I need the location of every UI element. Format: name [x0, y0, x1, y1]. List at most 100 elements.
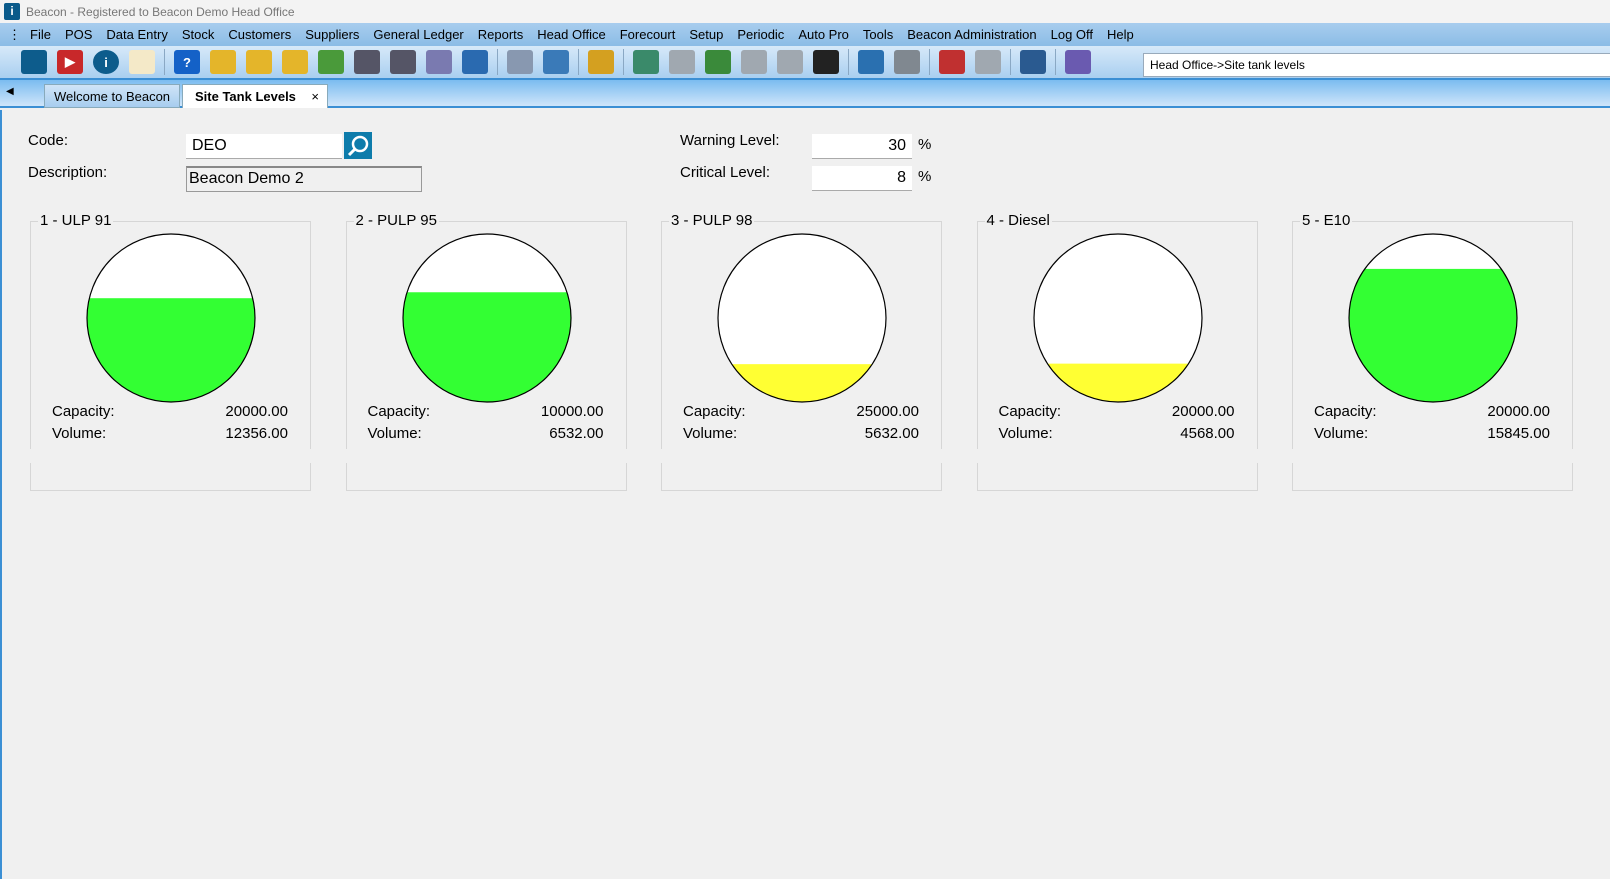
- report-icon[interactable]: [741, 50, 767, 74]
- spreadsheet-edit-icon[interactable]: [705, 50, 731, 74]
- site-tank-levels-page: Code: DEO Description: Beacon Demo 2 War…: [0, 110, 1610, 879]
- toolbar-separator: [623, 49, 624, 75]
- volume-label: Volume:: [52, 425, 107, 442]
- description-input[interactable]: Beacon Demo 2: [186, 166, 422, 192]
- tab-welcome[interactable]: Welcome to Beacon: [44, 84, 180, 108]
- tank-level-gauge: [1348, 233, 1518, 403]
- map-icon[interactable]: [633, 50, 659, 74]
- globe-icon[interactable]: [858, 50, 884, 74]
- tank-panel: 4 - Diesel Capacity: 20000.00 Volume: 4568…: [976, 212, 1258, 491]
- tank-panel: 2 - PULP 95 Capacity: 10000.00 Volume: 653…: [345, 212, 627, 491]
- volume-value: 4568.00: [1180, 425, 1235, 442]
- tank-frame-bottom: [345, 463, 627, 491]
- warning-level-label: Warning Level:: [680, 132, 780, 149]
- stock-transfer-icon[interactable]: [210, 50, 236, 74]
- excel-icon[interactable]: [777, 50, 803, 74]
- tree-icon[interactable]: [462, 50, 488, 74]
- tank-title: 3 - PULP 98: [669, 212, 755, 229]
- tank-panel: 5 - E10 Capacity: 20000.00 Volume: 15845.0…: [1292, 212, 1573, 491]
- tank-panel: 1 - ULP 91 Capacity: 20000.00 Volume: 1235…: [30, 212, 311, 491]
- menu-general-ledger[interactable]: General Ledger: [366, 27, 470, 42]
- tab-site-tank-levels[interactable]: Site Tank Levels ×: [182, 84, 328, 108]
- menu-forecourt[interactable]: Forecourt: [613, 27, 683, 42]
- toolbar-separator: [929, 49, 930, 75]
- exit-door-icon[interactable]: [1065, 50, 1091, 74]
- mail-icon[interactable]: [129, 50, 155, 74]
- toolbar-separator: [164, 49, 165, 75]
- calculator-icon[interactable]: [1020, 50, 1046, 74]
- tank-level-gauge: [86, 233, 256, 403]
- volume-value: 15845.00: [1487, 425, 1550, 442]
- menu-file[interactable]: File: [23, 27, 58, 42]
- toolbar-separator: [1010, 49, 1011, 75]
- code-input[interactable]: DEO: [186, 134, 342, 159]
- menu-data-entry[interactable]: Data Entry: [99, 27, 174, 42]
- menu-suppliers[interactable]: Suppliers: [298, 27, 366, 42]
- menu-help[interactable]: Help: [1100, 27, 1141, 42]
- document-icon[interactable]: [507, 50, 533, 74]
- link-doc-icon[interactable]: [588, 50, 614, 74]
- eye-icon[interactable]: [975, 50, 1001, 74]
- home-icon[interactable]: [21, 50, 47, 74]
- menu-tools[interactable]: Tools: [856, 27, 900, 42]
- tank-title: 2 - PULP 95: [353, 212, 439, 229]
- toolbar-separator: [578, 49, 579, 75]
- volume-value: 6532.00: [549, 425, 604, 442]
- tank-fuel-fill: [718, 364, 886, 402]
- menu-log-off[interactable]: Log Off: [1044, 27, 1100, 42]
- capacity-label: Capacity:: [998, 403, 1062, 420]
- breadcrumb: Head Office->Site tank levels: [1143, 53, 1610, 77]
- tank-fuel-fill: [402, 292, 571, 402]
- window-title: Beacon - Registered to Beacon Demo Head …: [26, 4, 295, 19]
- youtube-icon[interactable]: ▶: [57, 50, 83, 74]
- tank-title: 1 - ULP 91: [38, 212, 114, 229]
- description-label: Description:: [28, 164, 108, 181]
- critical-level-input[interactable]: 8: [812, 166, 912, 191]
- menu-reports[interactable]: Reports: [471, 27, 531, 42]
- close-tab-icon[interactable]: ×: [311, 89, 319, 104]
- tank-fuel-fill: [1349, 268, 1517, 402]
- database-sync-icon[interactable]: [282, 50, 308, 74]
- critical-level-label: Critical Level:: [680, 164, 771, 181]
- magnifier-icon: [347, 135, 369, 156]
- menu-setup[interactable]: Setup: [682, 27, 730, 42]
- device-usb-icon[interactable]: [390, 50, 416, 74]
- toolbar-separator: [848, 49, 849, 75]
- capacity-value: 20000.00: [225, 403, 288, 420]
- menu-beacon-administration[interactable]: Beacon Administration: [900, 27, 1043, 42]
- tab-scroll-left-icon[interactable]: ◀: [6, 86, 14, 97]
- tag-icon[interactable]: [894, 50, 920, 74]
- tank-level-gauge: [717, 233, 887, 403]
- tank-frame-bottom: [976, 463, 1258, 491]
- warning-level-input[interactable]: 30: [812, 134, 912, 159]
- menu-customers[interactable]: Customers: [221, 27, 298, 42]
- tank-title: 5 - E10: [1300, 212, 1353, 229]
- calendar-icon[interactable]: [939, 50, 965, 74]
- tank-frame-bottom: [1292, 463, 1573, 491]
- line-chart-icon[interactable]: [813, 50, 839, 74]
- pump-icon[interactable]: [354, 50, 380, 74]
- car-icon[interactable]: [543, 50, 569, 74]
- help-icon[interactable]: ?: [174, 50, 200, 74]
- pdt-icon[interactable]: [246, 50, 272, 74]
- capacity-label: Capacity:: [367, 403, 431, 420]
- menu-stock[interactable]: Stock: [175, 27, 222, 42]
- tank-fuel-fill: [87, 298, 255, 402]
- add-list-icon[interactable]: [318, 50, 344, 74]
- capacity-value: 10000.00: [540, 403, 604, 420]
- menu-auto-pro[interactable]: Auto Pro: [791, 27, 856, 42]
- menu-head-office[interactable]: Head Office: [530, 27, 612, 42]
- menu-pos[interactable]: POS: [58, 27, 99, 42]
- menu-periodic[interactable]: Periodic: [730, 27, 791, 42]
- tank-panel: 3 - PULP 98 Capacity: 25000.00 Volume: 563…: [661, 212, 942, 491]
- capacity-label: Capacity:: [52, 403, 115, 420]
- info-icon[interactable]: i: [93, 50, 119, 74]
- capacity-value: 25000.00: [856, 403, 919, 420]
- checklist-icon[interactable]: [426, 50, 452, 74]
- search-button[interactable]: [344, 132, 372, 159]
- capacity-label: Capacity:: [1314, 403, 1377, 420]
- volume-label: Volume:: [998, 425, 1053, 442]
- volume-label: Volume:: [683, 425, 738, 442]
- capacity-value: 20000.00: [1171, 403, 1235, 420]
- chart-bar-icon[interactable]: [669, 50, 695, 74]
